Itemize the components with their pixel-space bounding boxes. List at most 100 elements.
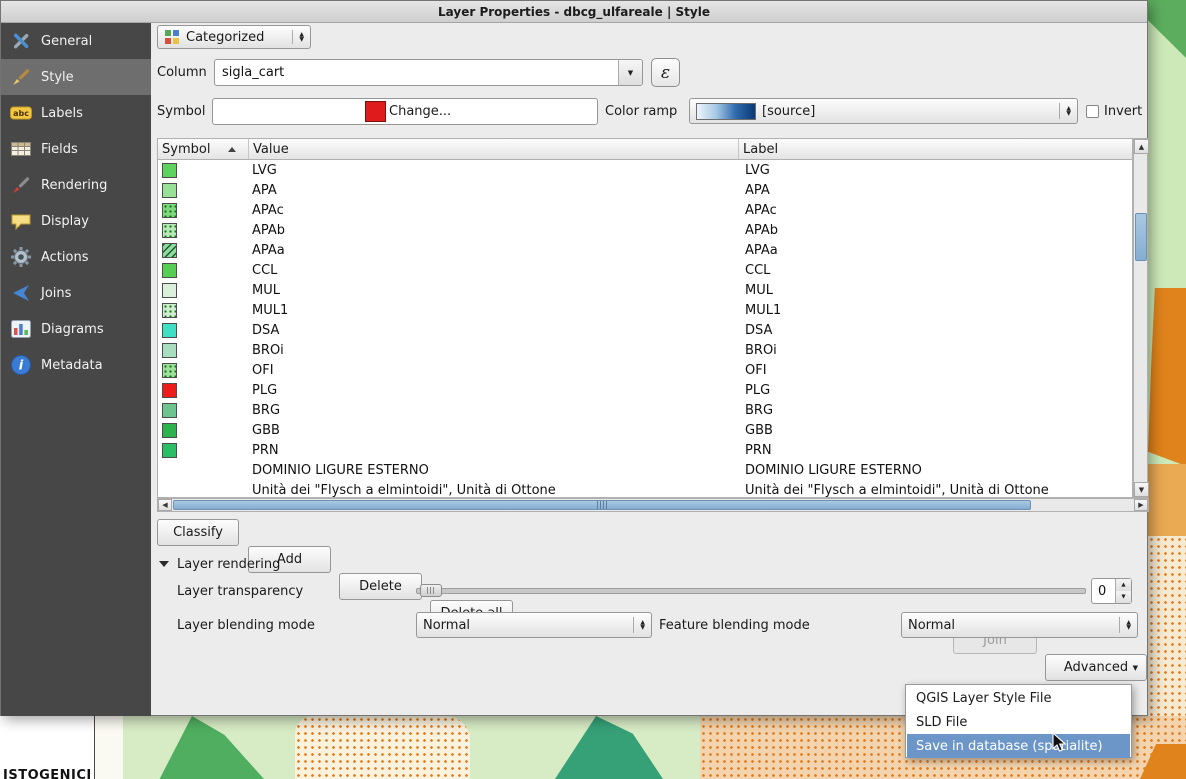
sidebar-item-actions[interactable]: Actions	[1, 239, 151, 275]
class-value[interactable]: PRN	[249, 443, 742, 458]
class-value[interactable]: APAa	[249, 243, 742, 258]
class-symbol-swatch[interactable]	[162, 163, 177, 178]
class-label[interactable]: MUL	[742, 283, 1132, 298]
spin-up-button[interactable]: ▲	[1116, 579, 1131, 591]
class-symbol-swatch[interactable]	[162, 383, 177, 398]
class-label[interactable]: APA	[742, 183, 1132, 198]
symbol-change-button[interactable]: Change...	[212, 98, 598, 125]
class-label[interactable]: DOMINIO LIGURE ESTERNO	[742, 463, 1132, 478]
table-row[interactable]: BROi BROi	[158, 340, 1132, 360]
menu-item-qgis-layer-style-file[interactable]: QGIS Layer Style File	[907, 686, 1130, 710]
table-row[interactable]: PLG PLG	[158, 380, 1132, 400]
table-row[interactable]: LVG LVG	[158, 160, 1132, 180]
class-symbol-swatch[interactable]	[162, 323, 177, 338]
sidebar-item-general[interactable]: General	[1, 23, 151, 59]
table-row[interactable]: CCL CCL	[158, 260, 1132, 280]
table-horizontal-scrollbar[interactable]: ◀ ▶	[157, 498, 1149, 512]
table-row[interactable]: PRN PRN	[158, 440, 1132, 460]
table-row[interactable]: Unità dei "Flysch a elmintoidi", Unità d…	[158, 480, 1132, 498]
class-value[interactable]: BRG	[249, 403, 742, 418]
table-row[interactable]: APAa APAa	[158, 240, 1132, 260]
class-label[interactable]: APAa	[742, 243, 1132, 258]
spin-down-button[interactable]: ▼	[1116, 591, 1131, 603]
class-symbol-swatch[interactable]	[162, 403, 177, 418]
table-vertical-scrollbar[interactable]: ▲ ▼	[1133, 138, 1148, 498]
class-label[interactable]: PRN	[742, 443, 1132, 458]
col-header-symbol[interactable]: Symbol	[158, 139, 249, 159]
sidebar-item-fields[interactable]: Fields	[1, 131, 151, 167]
sidebar-item-metadata[interactable]: i Metadata	[1, 347, 151, 383]
sidebar-item-joins[interactable]: Joins	[1, 275, 151, 311]
table-row[interactable]: MUL1 MUL1	[158, 300, 1132, 320]
table-row[interactable]: APA APA	[158, 180, 1132, 200]
class-value[interactable]: OFI	[249, 363, 742, 378]
transparency-slider-handle[interactable]	[420, 584, 442, 597]
table-row[interactable]: DSA DSA	[158, 320, 1132, 340]
class-value[interactable]: APA	[249, 183, 742, 198]
class-value[interactable]: LVG	[249, 163, 742, 178]
class-symbol-swatch[interactable]	[162, 343, 177, 358]
dialog-titlebar[interactable]: Layer Properties - dbcg_ulfareale | Styl…	[1, 1, 1147, 23]
table-row[interactable]: MUL MUL	[158, 280, 1132, 300]
layer-rendering-collapse[interactable]: Layer rendering	[159, 555, 280, 573]
sidebar-item-labels[interactable]: abc Labels	[1, 95, 151, 131]
class-label[interactable]: CCL	[742, 263, 1132, 278]
class-label[interactable]: BROi	[742, 343, 1132, 358]
class-symbol-swatch[interactable]	[162, 303, 177, 318]
transparency-slider-track[interactable]	[416, 588, 1086, 594]
sidebar-item-style[interactable]: Style	[1, 59, 151, 95]
class-value[interactable]: DOMINIO LIGURE ESTERNO	[249, 463, 742, 478]
class-symbol-swatch[interactable]	[162, 283, 177, 298]
class-value[interactable]: GBB	[249, 423, 742, 438]
table-row[interactable]: APAc APAc	[158, 200, 1132, 220]
class-symbol-swatch[interactable]	[162, 363, 177, 378]
vertical-scroll-thumb[interactable]	[1135, 213, 1147, 261]
class-label[interactable]: APAb	[742, 223, 1132, 238]
class-symbol-swatch[interactable]	[162, 243, 177, 258]
sidebar-item-rendering[interactable]: Rendering	[1, 167, 151, 203]
table-row[interactable]: OFI OFI	[158, 360, 1132, 380]
scroll-right-button[interactable]: ▶	[1134, 499, 1148, 511]
layer-blending-select[interactable]: Normal ▲▼	[416, 612, 652, 638]
class-label[interactable]: PLG	[742, 383, 1132, 398]
class-value[interactable]: MUL	[249, 283, 742, 298]
renderer-type-select[interactable]: Categorized ▲▼	[157, 25, 311, 49]
transparency-spinbox[interactable]: 0 ▲▼	[1091, 578, 1132, 604]
class-value[interactable]: APAc	[249, 203, 742, 218]
class-label[interactable]: APAc	[742, 203, 1132, 218]
class-symbol-swatch[interactable]	[162, 203, 177, 218]
scroll-up-button[interactable]: ▲	[1134, 139, 1149, 154]
class-label[interactable]: Unità dei "Flysch a elmintoidi", Unità d…	[742, 483, 1132, 498]
col-header-value[interactable]: Value	[249, 139, 739, 159]
class-value[interactable]: BROi	[249, 343, 742, 358]
scroll-down-button[interactable]: ▼	[1134, 482, 1149, 497]
sidebar-item-diagrams[interactable]: Diagrams	[1, 311, 151, 347]
column-dropdown-button[interactable]: ▼	[618, 60, 642, 85]
class-value[interactable]: DSA	[249, 323, 742, 338]
class-symbol-swatch[interactable]	[162, 443, 177, 458]
menu-item-sld-file[interactable]: SLD File	[907, 710, 1130, 734]
class-value[interactable]: Unità dei "Flysch a elmintoidi", Unità d…	[249, 483, 742, 498]
class-value[interactable]: PLG	[249, 383, 742, 398]
class-value[interactable]: CCL	[249, 263, 742, 278]
classes-table-body[interactable]: LVG LVG APA APA APAc APAc	[157, 160, 1133, 498]
scroll-left-button[interactable]: ◀	[158, 499, 172, 511]
class-label[interactable]: LVG	[742, 163, 1132, 178]
class-value[interactable]: MUL1	[249, 303, 742, 318]
class-symbol-swatch[interactable]	[162, 423, 177, 438]
table-row[interactable]: GBB GBB	[158, 420, 1132, 440]
class-label[interactable]: BRG	[742, 403, 1132, 418]
table-row[interactable]: DOMINIO LIGURE ESTERNO DOMINIO LIGURE ES…	[158, 460, 1132, 480]
class-symbol-swatch[interactable]	[162, 263, 177, 278]
expression-button[interactable]: ε	[651, 58, 680, 87]
class-label[interactable]: GBB	[742, 423, 1132, 438]
col-header-label[interactable]: Label	[739, 139, 1132, 159]
sidebar-item-display[interactable]: Display	[1, 203, 151, 239]
class-symbol-swatch[interactable]	[162, 223, 177, 238]
class-symbol-swatch[interactable]	[162, 183, 177, 198]
feature-blending-select[interactable]: Normal ▲▼	[901, 612, 1138, 638]
horizontal-scroll-thumb[interactable]	[173, 500, 1031, 510]
class-label[interactable]: DSA	[742, 323, 1132, 338]
advanced-button[interactable]: Advanced ▼	[1045, 654, 1147, 681]
class-label[interactable]: OFI	[742, 363, 1132, 378]
